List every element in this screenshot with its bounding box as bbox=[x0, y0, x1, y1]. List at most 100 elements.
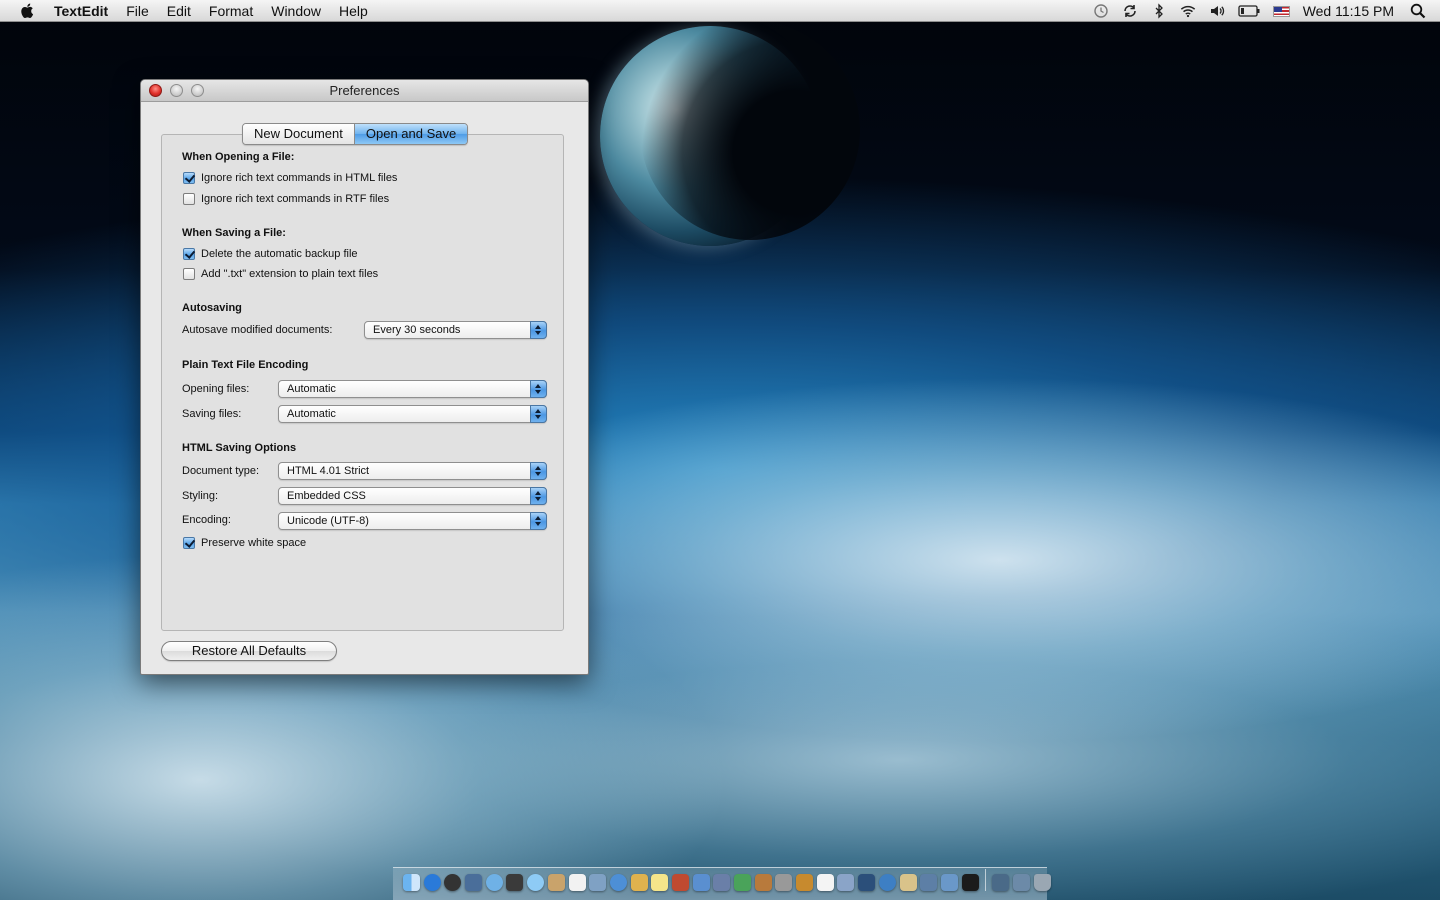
styling-popup[interactable]: Embedded CSS bbox=[278, 487, 547, 505]
itunes-icon[interactable] bbox=[609, 874, 627, 891]
menu-edit[interactable]: Edit bbox=[167, 3, 191, 19]
ignore-rtf-checkbox[interactable] bbox=[183, 193, 195, 205]
app-store-icon[interactable] bbox=[423, 874, 441, 891]
delete-backup-checkbox[interactable] bbox=[183, 248, 195, 260]
close-button[interactable] bbox=[149, 84, 162, 97]
textedit-icon[interactable] bbox=[816, 874, 834, 891]
ignore-rtf-label[interactable]: Ignore rich text commands in RTF files bbox=[201, 193, 389, 205]
time-machine-icon[interactable] bbox=[1093, 3, 1109, 19]
trash-icon[interactable] bbox=[1033, 874, 1051, 891]
section-title-autosaving: Autosaving bbox=[182, 302, 242, 314]
delete-backup-label[interactable]: Delete the automatic backup file bbox=[201, 248, 358, 260]
add-txt-checkbox[interactable] bbox=[183, 268, 195, 280]
preserve-whitespace-label[interactable]: Preserve white space bbox=[201, 537, 306, 549]
dashboard-icon[interactable] bbox=[444, 874, 462, 891]
safari-icon[interactable] bbox=[485, 874, 503, 891]
terminal-icon[interactable] bbox=[961, 874, 979, 891]
window-titlebar[interactable]: Preferences bbox=[141, 80, 588, 102]
menu-app-name[interactable]: TextEdit bbox=[54, 3, 108, 19]
mission-control-icon[interactable] bbox=[465, 874, 483, 891]
stack-applications-icon[interactable] bbox=[992, 874, 1010, 891]
system-icon[interactable] bbox=[775, 874, 793, 891]
sync-icon[interactable] bbox=[1122, 3, 1138, 19]
numbers-icon[interactable] bbox=[734, 874, 751, 891]
saving-files-popup[interactable]: Automatic bbox=[278, 405, 547, 423]
spotlight-search-icon[interactable] bbox=[1410, 3, 1426, 19]
popup-arrows-icon bbox=[530, 380, 547, 398]
html-encoding-popup[interactable]: Unicode (UTF-8) bbox=[278, 512, 547, 530]
garageband-icon[interactable] bbox=[796, 874, 814, 891]
section-title-encoding: Plain Text File Encoding bbox=[182, 359, 309, 371]
styling-label: Styling: bbox=[182, 490, 219, 502]
minimize-button[interactable] bbox=[170, 84, 183, 97]
menu-extras: Wed 11:15 PM bbox=[1093, 0, 1440, 22]
ignore-html-label[interactable]: Ignore rich text commands in HTML files bbox=[201, 172, 397, 184]
ical-icon[interactable] bbox=[568, 874, 586, 891]
tab-open-and-save[interactable]: Open and Save bbox=[353, 124, 468, 144]
autosave-popup[interactable]: Every 30 seconds bbox=[364, 321, 547, 339]
activity-monitor-icon[interactable] bbox=[858, 874, 876, 891]
add-txt-label[interactable]: Add ".txt" extension to plain text files bbox=[201, 268, 378, 280]
saving-files-value: Automatic bbox=[287, 408, 336, 420]
menu-file[interactable]: File bbox=[126, 3, 149, 19]
quicktime-icon[interactable] bbox=[878, 874, 896, 891]
opening-files-value: Automatic bbox=[287, 383, 336, 395]
ignore-html-checkbox[interactable] bbox=[183, 172, 195, 184]
image-capture-icon[interactable] bbox=[899, 874, 917, 891]
section-title-saving: When Saving a File: bbox=[182, 227, 286, 239]
finder-icon[interactable] bbox=[403, 874, 420, 891]
zoom-button[interactable] bbox=[191, 84, 204, 97]
tab-new-document[interactable]: New Document bbox=[243, 124, 354, 144]
grapher-icon[interactable] bbox=[920, 874, 938, 891]
wifi-icon[interactable] bbox=[1180, 3, 1196, 19]
utility-icon[interactable] bbox=[940, 874, 958, 891]
autosave-label: Autosave modified documents: bbox=[182, 324, 333, 336]
section-title-html: HTML Saving Options bbox=[182, 442, 297, 454]
imovie-icon[interactable] bbox=[754, 874, 772, 891]
menu-clock[interactable]: Wed 11:15 PM bbox=[1303, 3, 1394, 19]
preserve-whitespace-checkbox[interactable] bbox=[183, 537, 195, 549]
opening-files-popup[interactable]: Automatic bbox=[278, 380, 547, 398]
pages-icon[interactable] bbox=[692, 874, 710, 891]
menu-help[interactable]: Help bbox=[339, 3, 368, 19]
add-txt-row[interactable]: Add ".txt" extension to plain text files bbox=[183, 268, 378, 280]
popup-arrows-icon bbox=[530, 462, 547, 480]
delete-backup-row[interactable]: Delete the automatic backup file bbox=[183, 248, 358, 260]
apple-menu-icon[interactable] bbox=[20, 2, 36, 19]
xcode-icon[interactable] bbox=[713, 874, 731, 891]
keynote-icon[interactable] bbox=[671, 874, 689, 891]
menu-bar: TextEdit File Edit Format Window Help We… bbox=[0, 0, 1440, 22]
ignore-rtf-row[interactable]: Ignore rich text commands in RTF files bbox=[183, 193, 389, 205]
menu-window[interactable]: Window bbox=[271, 3, 321, 19]
document-type-value: HTML 4.01 Strict bbox=[287, 465, 370, 477]
popup-arrows-icon bbox=[530, 321, 547, 339]
photo-booth-icon[interactable] bbox=[506, 874, 524, 891]
saving-files-label: Saving files: bbox=[182, 408, 242, 420]
html-encoding-value: Unicode (UTF-8) bbox=[287, 515, 369, 527]
iphoto-icon[interactable] bbox=[630, 874, 648, 891]
wallpaper-planet-shadow bbox=[640, 20, 860, 240]
styling-value: Embedded CSS bbox=[287, 490, 366, 502]
address-book-icon[interactable] bbox=[547, 874, 565, 891]
preserve-whitespace-row[interactable]: Preserve white space bbox=[183, 537, 306, 549]
restore-all-defaults-button[interactable]: Restore All Defaults bbox=[161, 641, 337, 661]
menu-format[interactable]: Format bbox=[209, 3, 253, 19]
notes-icon[interactable] bbox=[651, 874, 669, 891]
popup-arrows-icon bbox=[530, 405, 547, 423]
us-flag-icon[interactable] bbox=[1272, 5, 1290, 17]
bluetooth-icon[interactable] bbox=[1151, 3, 1167, 19]
html-encoding-label: Encoding: bbox=[182, 514, 231, 526]
document-type-popup[interactable]: HTML 4.01 Strict bbox=[278, 462, 547, 480]
tab-bar: New Document Open and Save bbox=[242, 123, 469, 145]
preview-icon[interactable] bbox=[589, 874, 607, 891]
popup-arrows-icon bbox=[530, 512, 547, 530]
ichat-icon[interactable] bbox=[527, 874, 545, 891]
dock-separator bbox=[985, 869, 987, 891]
battery-icon[interactable] bbox=[1238, 3, 1260, 19]
preferences-window: Preferences New Document Open and Save W… bbox=[140, 79, 589, 675]
volume-icon[interactable] bbox=[1209, 3, 1225, 19]
stack-documents-icon[interactable] bbox=[1012, 874, 1030, 891]
automator-icon[interactable] bbox=[837, 874, 855, 891]
ignore-html-row[interactable]: Ignore rich text commands in HTML files bbox=[183, 172, 397, 184]
section-title-opening: When Opening a File: bbox=[182, 151, 295, 163]
